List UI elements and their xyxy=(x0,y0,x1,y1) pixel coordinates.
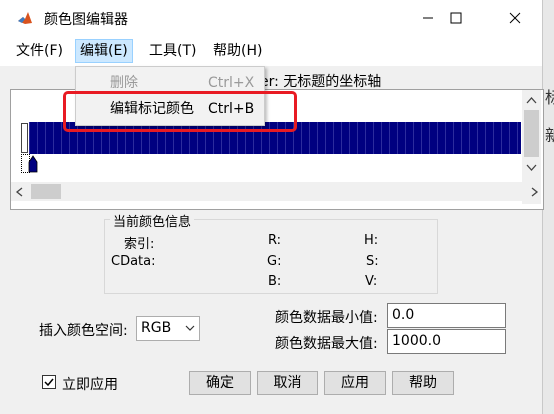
horizontal-scroll-thumb[interactable] xyxy=(31,184,61,199)
s-label: S: xyxy=(366,254,379,269)
color-marker-icon[interactable] xyxy=(28,154,38,173)
max-value-label: 颜色数据最大值: xyxy=(275,336,378,352)
cdata-label: CData: xyxy=(111,254,156,269)
scroll-left-icon[interactable] xyxy=(15,187,23,197)
colorspace-value: RGB xyxy=(141,320,172,336)
max-value-input[interactable]: 1000.0 xyxy=(387,329,506,354)
v-label: V: xyxy=(365,274,378,289)
ok-button[interactable]: 确定 xyxy=(189,371,251,395)
maximize-button[interactable] xyxy=(433,0,479,36)
h-label: H: xyxy=(364,233,379,248)
window-title: 颜色图编辑器 xyxy=(44,12,128,28)
vertical-scroll-thumb[interactable] xyxy=(524,110,539,157)
g-label: G: xyxy=(267,254,282,269)
current-axes-info: er: 无标题的坐标轴 xyxy=(260,74,382,90)
menu-file[interactable]: 文件(F) xyxy=(12,40,67,62)
title-bar: 颜色图编辑器 xyxy=(0,0,542,36)
b-label: B: xyxy=(268,274,282,289)
annotation-highlight-box xyxy=(63,91,297,132)
apply-button[interactable]: 应用 xyxy=(324,371,386,395)
background-text-right-b: 新 xyxy=(545,126,554,145)
current-color-info-legend: 当前颜色信息 xyxy=(110,211,195,230)
close-icon xyxy=(509,12,521,24)
background-text-right-a: 标 xyxy=(545,88,554,107)
colorspace-label: 插入颜色空间: xyxy=(39,323,128,339)
cancel-button[interactable]: 取消 xyxy=(257,371,318,395)
close-button[interactable] xyxy=(492,0,538,36)
scroll-down-icon[interactable] xyxy=(526,164,537,172)
menu-edit[interactable]: 编辑(E) xyxy=(75,39,133,63)
r-label: R: xyxy=(268,233,282,248)
index-label: 索引: xyxy=(124,237,155,252)
min-value-label: 颜色数据最小值: xyxy=(275,310,378,326)
colormap-horizontal-scrollbar[interactable] xyxy=(11,182,539,201)
min-value-input[interactable]: 0.0 xyxy=(387,303,506,328)
scroll-right-icon[interactable] xyxy=(531,187,539,197)
scroll-up-icon[interactable] xyxy=(526,96,537,104)
maximize-icon xyxy=(450,12,462,24)
menu-bar: 文件(F) 编辑(E) 工具(T) 帮助(H) xyxy=(0,36,542,66)
help-button[interactable]: 帮助 xyxy=(392,371,454,395)
colorspace-select[interactable]: RGB xyxy=(136,316,200,341)
colormap-left-marker[interactable] xyxy=(21,123,28,153)
checkmark-icon xyxy=(44,378,54,387)
apply-now-checkbox[interactable] xyxy=(42,375,56,389)
menu-help[interactable]: 帮助(H) xyxy=(209,40,266,62)
apply-now-label: 立即应用 xyxy=(62,377,118,393)
menu-tools[interactable]: 工具(T) xyxy=(145,40,200,62)
chevron-down-icon xyxy=(185,325,195,331)
matlab-logo-icon xyxy=(18,12,32,24)
